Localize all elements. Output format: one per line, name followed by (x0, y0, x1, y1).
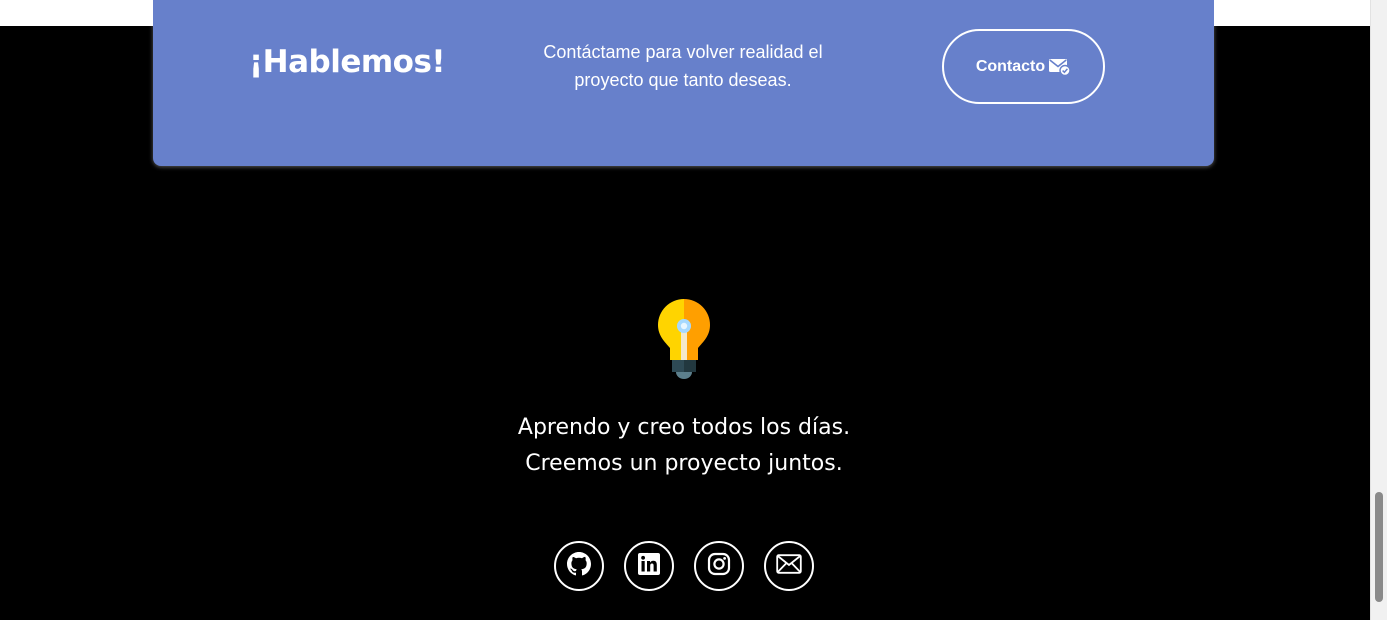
contact-button-label: Contacto (975, 57, 1046, 75)
tagline-line-2: Creemos un proyecto juntos. (525, 451, 843, 476)
cta-description-line-1: Contáctame para volver realidad el (543, 42, 823, 62)
mail-icon (776, 553, 802, 579)
tagline-line-1: Aprendo y creo todos los días. (517, 415, 851, 440)
scrollbar-thumb[interactable] (1375, 492, 1383, 602)
page: ¡Hablemos! Contáctame para volver realid… (0, 0, 1387, 620)
social-links (554, 541, 814, 591)
linkedin-link[interactable] (624, 541, 674, 591)
contact-cta-card: ¡Hablemos! Contáctame para volver realid… (153, 0, 1214, 166)
vertical-scrollbar[interactable] (1370, 0, 1387, 620)
contact-button[interactable]: Contacto (942, 29, 1105, 104)
cta-description-line-2: proyecto que tanto deseas. (574, 70, 792, 90)
github-icon (567, 551, 591, 581)
lightbulb-icon (655, 298, 713, 380)
linkedin-icon (637, 552, 661, 581)
instagram-link[interactable] (694, 541, 744, 591)
mail-check-icon (1049, 58, 1071, 76)
email-link[interactable] (764, 541, 814, 591)
cta-description: Contáctame para volver realidad el proye… (523, 38, 843, 94)
instagram-icon (707, 552, 731, 581)
footer-tagline: Aprendo y creo todos los días. Creemos u… (434, 410, 934, 482)
cta-title: ¡Hablemos! (249, 44, 446, 80)
github-link[interactable] (554, 541, 604, 591)
